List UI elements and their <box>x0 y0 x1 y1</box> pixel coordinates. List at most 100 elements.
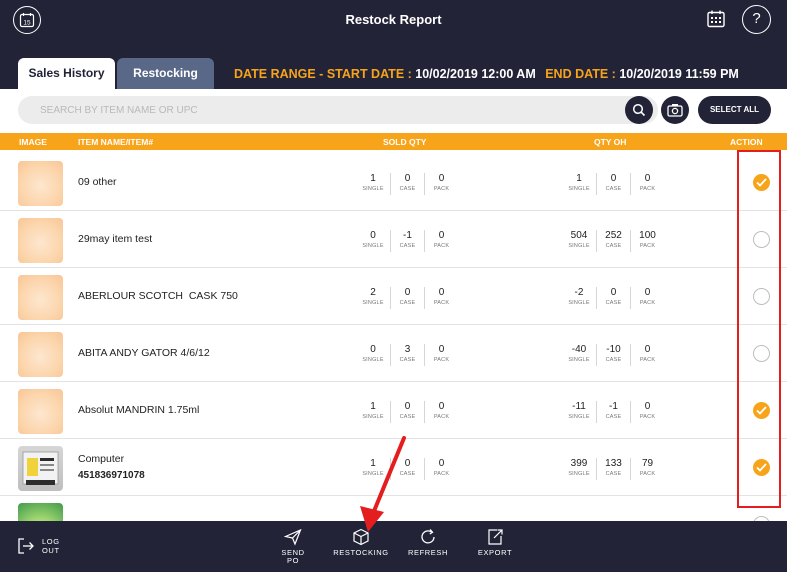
table-row[interactable]: 29may item test 0 SINGLE -1 CASE 0 PACK 504… <box>0 211 787 268</box>
send-icon <box>284 528 302 546</box>
export-label: EXPORT <box>477 548 513 557</box>
oh-case: 133 <box>605 458 622 469</box>
unit-case: CASE <box>605 357 622 363</box>
oh-pack: 100 <box>639 230 656 241</box>
oh-single: 504 <box>570 230 588 241</box>
sold-case: 0 <box>404 401 411 412</box>
unit-case: CASE <box>399 300 416 306</box>
start-date-value: 10/02/2019 12:00 AM <box>415 67 536 81</box>
page-title: Restock Report <box>345 12 442 27</box>
sold-case: -1 <box>403 230 412 241</box>
unit-pack: PACK <box>639 471 656 477</box>
end-date-value: 10/20/2019 11:59 PM <box>619 67 739 81</box>
unit-case: CASE <box>605 243 622 249</box>
refresh-label: REFRESH <box>407 548 449 557</box>
oh-case: -1 <box>609 401 618 412</box>
table-header: IMAGE ITEM NAME/ITEM# SOLD QTY QTY OH AC… <box>0 133 787 150</box>
item-name: ABITA ANDY GATOR 4/6/12 <box>78 347 210 359</box>
send-po-button[interactable]: SEND PO <box>275 528 311 565</box>
action-column-highlight <box>737 150 781 508</box>
item-name: 29may item test <box>78 233 153 245</box>
unit-pack: PACK <box>433 186 450 192</box>
restocking-label: RESTOCKING <box>333 548 389 557</box>
export-icon <box>488 529 503 545</box>
unit-single: SINGLE <box>362 414 384 420</box>
send-po-label: SEND PO <box>281 548 305 565</box>
oh-pack: 79 <box>641 458 654 469</box>
unit-single: SINGLE <box>568 186 590 192</box>
item-thumbnail <box>18 161 63 206</box>
item-thumbnail <box>18 218 63 263</box>
unit-single: SINGLE <box>362 300 384 306</box>
search-button[interactable] <box>625 96 653 124</box>
oh-pack: 0 <box>644 401 651 412</box>
unit-pack: PACK <box>639 186 656 192</box>
sold-pack: 0 <box>438 344 445 355</box>
select-all-button[interactable]: SELECT ALL <box>698 96 771 124</box>
oh-pack: 0 <box>644 344 651 355</box>
unit-case: CASE <box>399 414 416 420</box>
camera-scan-button[interactable] <box>661 96 689 124</box>
sold-pack: 0 <box>438 287 445 298</box>
date-range-label: DATE RANGE - <box>234 67 324 81</box>
tabs-bar: Sales History Restocking DATE RANGE - ST… <box>0 40 787 89</box>
annotation-arrow-icon <box>360 436 406 532</box>
unit-case: CASE <box>605 186 622 192</box>
item-name: 09 other <box>78 176 117 188</box>
sold-single: 0 <box>370 230 376 241</box>
logout-label: LOG OUT <box>42 537 60 555</box>
unit-case: CASE <box>605 300 622 306</box>
unit-case: CASE <box>399 186 416 192</box>
refresh-icon <box>421 529 435 544</box>
oh-case: 0 <box>610 287 617 298</box>
search-input[interactable] <box>40 96 630 124</box>
unit-pack: PACK <box>639 414 656 420</box>
col-item-name: ITEM NAME/ITEM# <box>78 137 154 147</box>
tab-restocking[interactable]: Restocking <box>117 58 214 89</box>
sold-case: 3 <box>404 344 411 355</box>
calendar-grid-icon[interactable] <box>706 9 726 29</box>
unit-pack: PACK <box>639 300 656 306</box>
oh-pack: 0 <box>644 287 651 298</box>
sold-pack: 0 <box>438 401 445 412</box>
table-row[interactable]: Absolut MANDRIN 1.75ml 1 SINGLE 0 CASE 0 PA… <box>0 382 787 439</box>
sold-case: 0 <box>404 173 411 184</box>
item-thumbnail <box>18 275 63 320</box>
sold-single: 1 <box>370 401 376 412</box>
sold-pack: 0 <box>438 173 445 184</box>
table-row[interactable]: ABERLOUR SCOTCH CASK 750 2 SINGLE 0 CASE 0… <box>0 268 787 325</box>
export-button[interactable]: EXPORT <box>474 528 516 557</box>
unit-pack: PACK <box>639 243 656 249</box>
unit-pack: PACK <box>433 243 450 249</box>
table-row[interactable]: 09 other 1 SINGLE 0 CASE 0 PACK 1 SINGLE 0 CA… <box>0 154 787 211</box>
search-icon <box>632 103 646 117</box>
sold-pack: 0 <box>438 458 445 469</box>
unit-pack: PACK <box>639 357 656 363</box>
unit-single: SINGLE <box>568 357 590 363</box>
sold-pack: 0 <box>438 230 445 241</box>
unit-single: SINGLE <box>568 414 590 420</box>
oh-case: 252 <box>605 230 622 241</box>
unit-pack: PACK <box>433 300 450 306</box>
unit-single: SINGLE <box>362 357 384 363</box>
table-row[interactable]: ABITA ANDY GATOR 4/6/12 0 SINGLE 3 CASE 0 P… <box>0 325 787 382</box>
item-number: 451836971078 <box>78 470 145 481</box>
tab-sales-history[interactable]: Sales History <box>18 58 115 89</box>
oh-single: 1 <box>576 173 582 184</box>
unit-single: SINGLE <box>568 300 590 306</box>
end-date-label: END DATE : <box>545 67 616 81</box>
oh-single: 399 <box>570 458 588 469</box>
sold-single: 2 <box>370 287 376 298</box>
sold-single: 0 <box>370 344 376 355</box>
restock-report-screen: 15 Restock Report ? Sales History Restoc… <box>0 0 787 572</box>
date-range[interactable]: DATE RANGE - START DATE : 10/02/2019 12:… <box>234 67 739 81</box>
item-thumbnail <box>18 446 63 491</box>
help-button[interactable]: ? <box>742 5 771 34</box>
unit-case: CASE <box>605 414 622 420</box>
unit-pack: PACK <box>433 414 450 420</box>
logout-button[interactable] <box>16 536 36 561</box>
col-sold-qty: SOLD QTY <box>383 137 427 147</box>
item-name: Computer <box>78 453 125 465</box>
sold-single: 1 <box>370 173 376 184</box>
unit-single: SINGLE <box>568 243 590 249</box>
